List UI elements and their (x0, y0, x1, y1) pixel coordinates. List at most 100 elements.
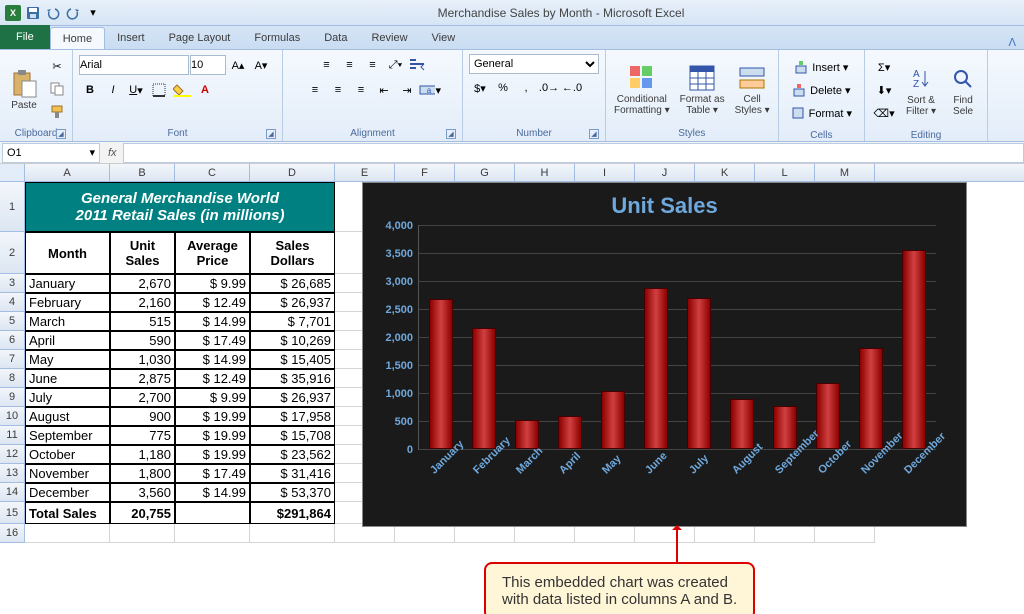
cell[interactable]: August (25, 407, 110, 426)
column-header[interactable]: J (635, 164, 695, 181)
cell[interactable]: $ 15,405 (250, 350, 335, 369)
save-icon[interactable] (24, 4, 42, 22)
cell[interactable]: Unit Sales (110, 232, 175, 274)
alignment-dialog-launcher[interactable]: ◢ (446, 129, 456, 139)
cell[interactable]: 1,800 (110, 464, 175, 483)
font-color-button[interactable]: A (194, 79, 216, 101)
column-header[interactable]: A (25, 164, 110, 181)
increase-indent-icon[interactable]: ⇥ (396, 79, 418, 101)
column-header[interactable]: B (110, 164, 175, 181)
tab-formulas[interactable]: Formulas (242, 27, 312, 49)
cell[interactable]: $ 19.99 (175, 426, 250, 445)
cell[interactable]: 515 (110, 312, 175, 331)
increase-decimal-icon[interactable]: .0→ (538, 77, 560, 99)
fx-icon[interactable]: fx (102, 147, 123, 159)
cell[interactable]: Total Sales (25, 502, 110, 524)
tab-review[interactable]: Review (359, 27, 419, 49)
cell[interactable]: 2,670 (110, 274, 175, 293)
cell[interactable] (175, 524, 250, 543)
embedded-chart[interactable]: Unit Sales 05001,0001,5002,0002,5003,000… (362, 182, 967, 527)
align-center-icon[interactable]: ≡ (327, 79, 349, 101)
excel-icon[interactable]: X (4, 4, 22, 22)
cell[interactable]: May (25, 350, 110, 369)
cell[interactable]: 2,700 (110, 388, 175, 407)
column-header[interactable]: M (815, 164, 875, 181)
fill-icon[interactable]: ⬇▾ (873, 79, 895, 101)
cell[interactable]: $ 12.49 (175, 293, 250, 312)
row-header[interactable]: 8 (0, 369, 25, 388)
row-header[interactable]: 9 (0, 388, 25, 407)
cell[interactable]: February (25, 293, 110, 312)
percent-format-icon[interactable]: % (492, 77, 514, 99)
cell[interactable]: $ 9.99 (175, 274, 250, 293)
column-header[interactable]: G (455, 164, 515, 181)
cell[interactable]: $ 17,958 (250, 407, 335, 426)
row-header[interactable]: 10 (0, 407, 25, 426)
cell[interactable]: $291,864 (250, 502, 335, 524)
row-header[interactable]: 7 (0, 350, 25, 369)
cut-icon[interactable]: ✂ (46, 55, 68, 77)
cell[interactable]: $ 31,416 (250, 464, 335, 483)
cell[interactable] (250, 524, 335, 543)
decrease-indent-icon[interactable]: ⇤ (373, 79, 395, 101)
insert-cells-button[interactable]: Insert ▾ (790, 56, 852, 78)
cell[interactable]: November (25, 464, 110, 483)
cell[interactable]: Average Price (175, 232, 250, 274)
cell[interactable]: September (25, 426, 110, 445)
cell[interactable]: $ 26,685 (250, 274, 335, 293)
cell[interactable] (175, 502, 250, 524)
cell[interactable] (25, 524, 110, 543)
cell[interactable]: General Merchandise World2011 Retail Sal… (25, 182, 335, 232)
font-dialog-launcher[interactable]: ◢ (266, 129, 276, 139)
cell[interactable]: $ 15,708 (250, 426, 335, 445)
qat-customize-icon[interactable]: ▾ (84, 4, 102, 22)
cell[interactable]: March (25, 312, 110, 331)
wrap-text-button[interactable] (408, 54, 430, 76)
find-select-button[interactable]: Find Sele (943, 61, 983, 119)
cell[interactable]: $ 19.99 (175, 407, 250, 426)
copy-icon[interactable] (46, 78, 68, 100)
cell[interactable]: 775 (110, 426, 175, 445)
format-as-table-button[interactable]: Format as Table ▾ (676, 60, 729, 118)
undo-icon[interactable] (44, 4, 62, 22)
row-header[interactable]: 2 (0, 232, 25, 274)
cell[interactable]: October (25, 445, 110, 464)
cell[interactable]: $ 9.99 (175, 388, 250, 407)
tab-home[interactable]: Home (50, 27, 105, 49)
align-right-icon[interactable]: ≡ (350, 79, 372, 101)
row-header[interactable]: 3 (0, 274, 25, 293)
align-top-icon[interactable]: ≡ (316, 54, 338, 76)
column-header[interactable]: K (695, 164, 755, 181)
format-painter-icon[interactable] (46, 101, 68, 123)
increase-font-icon[interactable]: A▴ (227, 54, 249, 76)
number-format-combo[interactable]: General (469, 54, 599, 74)
cell[interactable]: $ 17.49 (175, 331, 250, 350)
cell[interactable]: $ 53,370 (250, 483, 335, 502)
fill-color-button[interactable] (171, 79, 193, 101)
cell[interactable]: $ 14.99 (175, 483, 250, 502)
cell[interactable]: July (25, 388, 110, 407)
column-header[interactable]: E (335, 164, 395, 181)
tab-insert[interactable]: Insert (105, 27, 157, 49)
redo-icon[interactable] (64, 4, 82, 22)
row-header[interactable]: 5 (0, 312, 25, 331)
font-name-combo[interactable] (79, 55, 189, 75)
cell[interactable]: 20,755 (110, 502, 175, 524)
cell[interactable]: 3,560 (110, 483, 175, 502)
cell[interactable]: 590 (110, 331, 175, 350)
cell[interactable]: $ 26,937 (250, 388, 335, 407)
row-header[interactable]: 11 (0, 426, 25, 445)
cell[interactable]: $ 35,916 (250, 369, 335, 388)
column-header[interactable]: F (395, 164, 455, 181)
cell[interactable]: $ 26,937 (250, 293, 335, 312)
bold-button[interactable]: B (79, 79, 101, 101)
format-cells-button[interactable]: Format ▾ (787, 102, 856, 124)
cell[interactable]: $ 23,562 (250, 445, 335, 464)
column-header[interactable]: L (755, 164, 815, 181)
orientation-icon[interactable]: ⤢▾ (385, 54, 407, 76)
cell[interactable]: $ 12.49 (175, 369, 250, 388)
cell[interactable]: $ 14.99 (175, 350, 250, 369)
row-header[interactable]: 16 (0, 524, 25, 543)
row-header[interactable]: 14 (0, 483, 25, 502)
delete-cells-button[interactable]: Delete ▾ (788, 79, 854, 101)
